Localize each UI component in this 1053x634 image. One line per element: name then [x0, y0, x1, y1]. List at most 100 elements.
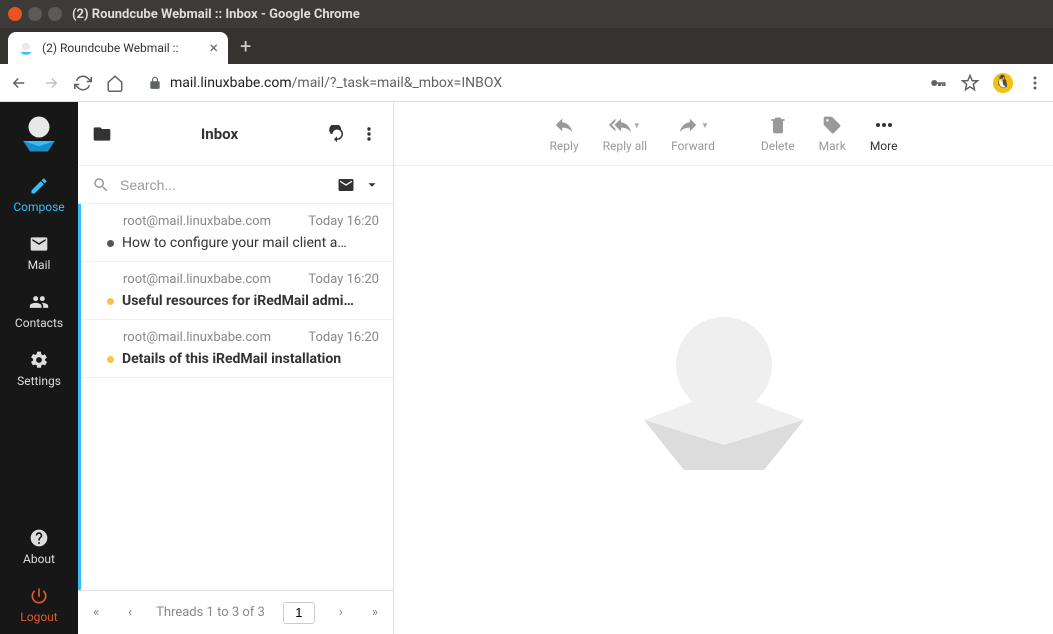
settings-icon [29, 350, 49, 370]
sidebar-settings-label: Settings [17, 374, 61, 388]
new-tab-button[interactable]: + [240, 34, 251, 58]
mail-icon [29, 234, 49, 254]
search-icon [92, 176, 110, 194]
os-titlebar: (2) Roundcube Webmail :: Inbox - Google … [0, 0, 1053, 28]
sidebar-mail-label: Mail [28, 258, 51, 272]
browser-chrome: (2) Roundcube Webmail :: × + mail.linuxb… [0, 28, 1053, 102]
pager-prev-icon[interactable]: ‹ [122, 605, 138, 620]
search-row [78, 166, 393, 204]
window-maximize[interactable] [48, 7, 62, 21]
trash-icon [768, 115, 788, 135]
message-subject: Details of this iRedMail installation [122, 351, 341, 367]
more-icon [874, 120, 894, 130]
sidebar-item-logout[interactable]: Logout [0, 576, 78, 634]
sidebar-item-compose[interactable]: Compose [0, 166, 78, 224]
key-icon[interactable] [929, 74, 947, 92]
sidebar-logout-label: Logout [20, 610, 57, 624]
tab-row: (2) Roundcube Webmail :: × + [0, 28, 1053, 64]
message-from: root@mail.linuxbabe.com [123, 272, 271, 287]
list-menu-icon[interactable] [359, 124, 379, 144]
toolbar-reply-all[interactable]: ▼ Reply all [593, 114, 657, 153]
message-item[interactable]: root@mail.linuxbabe.com Today 16:20 Useful… [78, 262, 393, 320]
message-from: root@mail.linuxbabe.com [123, 330, 271, 345]
search-scope-icon[interactable] [337, 176, 355, 194]
contacts-icon [29, 292, 49, 312]
pager-next-icon[interactable]: › [333, 605, 349, 620]
refresh-icon[interactable] [327, 124, 347, 144]
chrome-menu-icon[interactable] [1027, 75, 1043, 91]
toolbar-more[interactable]: More [860, 114, 908, 153]
toolbar-reply-label: Reply [550, 139, 579, 153]
window-minimize[interactable] [28, 7, 42, 21]
reload-button[interactable] [74, 74, 92, 92]
message-date: Today 16:20 [308, 214, 379, 229]
url-bar[interactable]: mail.linuxbabe.com/mail/?_task=mail&_mbo… [136, 75, 917, 91]
profile-avatar[interactable]: 🐧 [993, 73, 1013, 93]
empty-preview [394, 166, 1053, 634]
toolbar-delete[interactable]: Delete [751, 114, 805, 153]
folder-title: Inbox [124, 125, 315, 143]
tab-close-icon[interactable]: × [209, 40, 218, 56]
message-list-column: Inbox root@mail.linuxbabe.com Today 16:20… [78, 102, 394, 634]
search-options-icon[interactable] [365, 178, 379, 192]
app: Compose Mail Contacts Settings About Log… [0, 102, 1053, 634]
pager-page-input[interactable] [283, 602, 315, 624]
sidebar: Compose Mail Contacts Settings About Log… [0, 102, 78, 634]
pager-label: Threads 1 to 3 of 3 [156, 605, 265, 620]
window-controls [8, 7, 62, 21]
forward-button[interactable] [42, 74, 60, 92]
lock-icon [148, 76, 162, 90]
message-date: Today 16:20 [308, 272, 379, 287]
tab-favicon [18, 40, 34, 56]
star-icon[interactable] [961, 74, 979, 92]
sidebar-item-contacts[interactable]: Contacts [0, 282, 78, 340]
pager-last-icon[interactable]: » [367, 605, 383, 620]
unread-dot [107, 240, 114, 247]
browser-tab[interactable]: (2) Roundcube Webmail :: × [8, 32, 228, 64]
back-button[interactable] [10, 74, 28, 92]
chevron-down-icon: ▼ [633, 121, 641, 130]
tag-icon [822, 115, 842, 135]
message-subject: How to configure your mail client a… [122, 235, 347, 251]
message-from: root@mail.linuxbabe.com [123, 214, 271, 229]
chevron-down-icon: ▼ [701, 121, 709, 130]
about-icon [29, 528, 49, 548]
empty-mail-icon [614, 290, 834, 510]
sidebar-item-mail[interactable]: Mail [0, 224, 78, 282]
message-item[interactable]: root@mail.linuxbabe.com Today 16:20 How to… [78, 204, 393, 262]
reply-all-icon [609, 114, 631, 136]
pager-first-icon[interactable]: « [88, 605, 104, 620]
sidebar-item-settings[interactable]: Settings [0, 340, 78, 398]
unread-dot [107, 298, 114, 305]
search-input[interactable] [120, 177, 327, 193]
sidebar-item-about[interactable]: About [0, 518, 78, 576]
logout-icon [29, 586, 49, 606]
sidebar-compose-label: Compose [13, 200, 64, 214]
message-list: root@mail.linuxbabe.com Today 16:20 How to… [78, 204, 393, 590]
browser-toolbar: mail.linuxbabe.com/mail/?_task=mail&_mbo… [0, 64, 1053, 102]
folder-icon[interactable] [92, 124, 112, 144]
toolbar-reply[interactable]: Reply [540, 114, 589, 153]
app-logo [0, 102, 78, 166]
toolbar-forward[interactable]: ▼ Forward [661, 114, 725, 153]
tab-title: (2) Roundcube Webmail :: [42, 41, 201, 55]
message-subject: Useful resources for iRedMail admi… [122, 293, 354, 309]
toolbar-mark[interactable]: Mark [809, 114, 856, 153]
url-path: /mail/?_task=mail&_mbox=INBOX [292, 75, 503, 91]
pager: « ‹ Threads 1 to 3 of 3 › » [78, 590, 393, 634]
unread-dot [107, 356, 114, 363]
list-header: Inbox [78, 102, 393, 166]
url-host: mail.linuxbabe.com [170, 75, 292, 91]
home-button[interactable] [106, 74, 124, 92]
toolbar-delete-label: Delete [761, 139, 795, 153]
sidebar-contacts-label: Contacts [15, 316, 63, 330]
message-date: Today 16:20 [308, 330, 379, 345]
window-close[interactable] [8, 7, 22, 21]
compose-icon [29, 176, 49, 196]
message-item[interactable]: root@mail.linuxbabe.com Today 16:20 Detail… [78, 320, 393, 378]
toolbar-more-label: More [870, 139, 898, 153]
toolbar-forward-label: Forward [671, 139, 715, 153]
forward-icon [677, 114, 699, 136]
content-column: Reply ▼ Reply all ▼ Forward Delete Mark [394, 102, 1053, 634]
window-title: (2) Roundcube Webmail :: Inbox - Google … [72, 7, 360, 22]
